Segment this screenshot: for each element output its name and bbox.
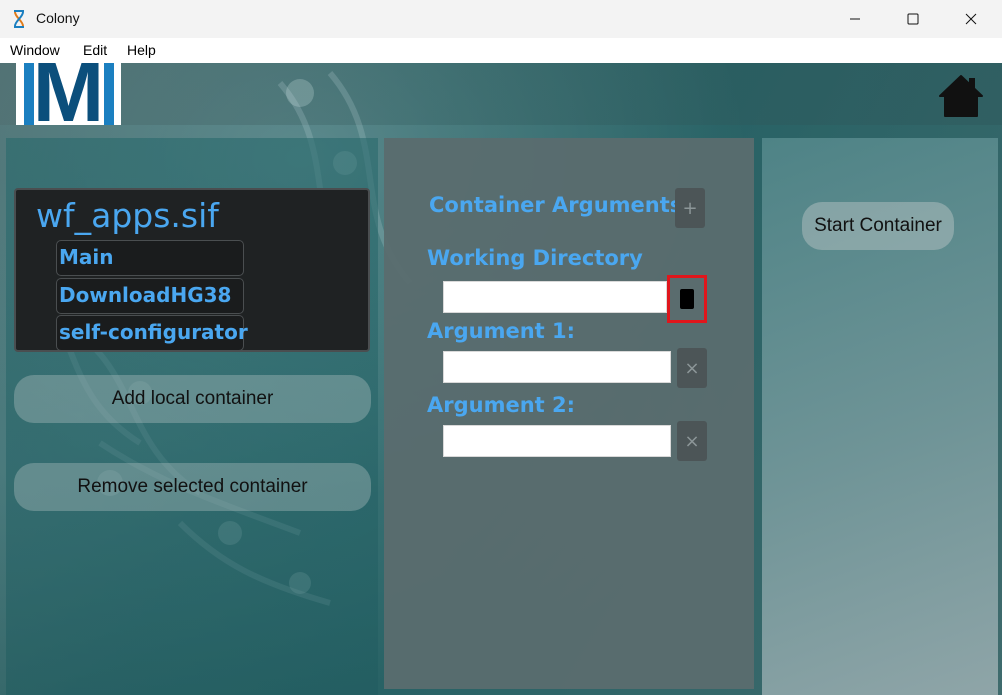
window-title: Colony [36, 10, 80, 26]
remove-argument-1-button[interactable]: × [677, 348, 707, 388]
title-bar: Colony [0, 0, 1002, 39]
menu-bar: Window Edit Help [0, 38, 1002, 63]
menu-window[interactable]: Window [10, 42, 60, 58]
logo-letter: M [32, 63, 105, 125]
app-entry-self-configurator[interactable]: self-configurator [56, 315, 248, 351]
argument-1-field[interactable] [443, 351, 671, 383]
minimize-button[interactable] [826, 0, 884, 38]
container-arguments-title: Container Arguments [429, 193, 683, 217]
app-entry-main[interactable]: Main [56, 240, 244, 276]
argument-2-field[interactable] [443, 425, 671, 457]
container-name[interactable]: wf_apps.sif [36, 196, 219, 235]
menu-edit[interactable]: Edit [83, 42, 107, 58]
close-button[interactable] [942, 0, 1000, 38]
dna-icon [14, 10, 24, 28]
close-icon [965, 13, 977, 25]
maximize-button[interactable] [884, 0, 942, 38]
remove-selected-container-button[interactable]: Remove selected container [14, 463, 371, 511]
argument-2-label: Argument 2: [427, 393, 576, 417]
start-container-button[interactable]: Start Container [802, 202, 954, 250]
add-local-container-button[interactable]: Add local container [14, 375, 371, 423]
home-icon[interactable] [936, 72, 986, 118]
maximize-icon [907, 13, 919, 25]
logo: M [16, 63, 121, 125]
container-list[interactable]: wf_apps.sif Main DownloadHG38 self-confi… [14, 188, 370, 352]
remove-argument-2-button[interactable]: × [677, 421, 707, 461]
working-directory-field[interactable] [443, 281, 667, 313]
working-directory-label: Working Directory [427, 246, 643, 270]
browse-directory-button[interactable] [667, 275, 707, 323]
argument-1-label: Argument 1: [427, 319, 576, 343]
minimize-icon [850, 18, 860, 20]
main-content: M wf_apps.sif Main DownloadHG38 self-con… [0, 63, 1002, 695]
add-argument-button[interactable]: + [675, 188, 705, 228]
menu-help[interactable]: Help [127, 42, 156, 58]
folder-icon [680, 289, 694, 309]
app-entry-downloadhg38[interactable]: DownloadHG38 [56, 278, 244, 314]
